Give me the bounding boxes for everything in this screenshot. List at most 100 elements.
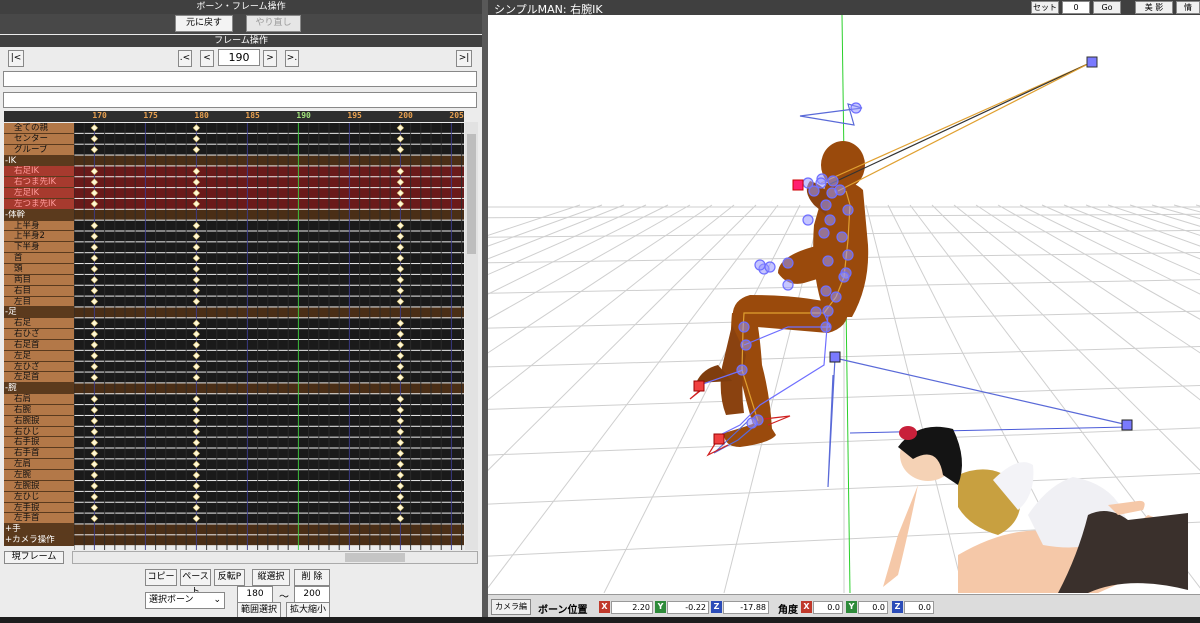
timeline-row[interactable] <box>74 253 464 264</box>
bone-joint[interactable] <box>782 257 794 269</box>
delete-button[interactable]: 削 除 <box>294 569 330 586</box>
bone-joint[interactable] <box>842 204 854 216</box>
timeline-row[interactable] <box>74 513 464 524</box>
bone-joint[interactable] <box>822 305 834 317</box>
keyframe-area[interactable] <box>74 123 464 550</box>
bone-row-label[interactable]: -IK <box>4 155 74 167</box>
timeline-row[interactable] <box>74 372 464 383</box>
set-button[interactable]: セット <box>1031 1 1059 14</box>
redo-button[interactable]: やり直し <box>246 15 301 32</box>
bone-row-label[interactable]: 右腕捩 <box>4 415 74 427</box>
bone-row-label[interactable]: 下半身 <box>4 242 74 254</box>
bone-joint[interactable] <box>842 249 854 261</box>
bone-row-label[interactable]: 右足首 <box>4 339 74 351</box>
timeline-row[interactable] <box>74 426 464 437</box>
next-key-button[interactable]: >. <box>285 50 299 67</box>
timeline-row[interactable] <box>74 470 464 481</box>
bone-row-label[interactable]: 左足IK <box>4 188 74 199</box>
timeline-row[interactable] <box>74 198 464 209</box>
timeline-row[interactable] <box>74 524 464 535</box>
rot-y-field[interactable]: 0.0 <box>858 601 888 614</box>
timeline-row[interactable] <box>74 296 464 307</box>
last-frame-button[interactable]: >| <box>456 50 472 67</box>
range-to-input[interactable]: 200 <box>294 586 330 603</box>
bone-row-label[interactable]: 右腕 <box>4 404 74 416</box>
bone-joint[interactable] <box>736 364 748 376</box>
bone-row-label[interactable]: 右手捩 <box>4 437 74 449</box>
copy-button[interactable]: コピー <box>145 569 177 586</box>
timeline-row[interactable] <box>74 285 464 296</box>
bone-joint[interactable] <box>782 279 794 291</box>
bone-row-label[interactable]: 左つま先IK <box>4 198 74 210</box>
go-button[interactable]: Go <box>1093 1 1121 14</box>
bone-row-label[interactable]: 左足 <box>4 350 74 362</box>
timeline-row[interactable] <box>74 491 464 502</box>
bone-row-label[interactable]: 左腕捩 <box>4 480 74 492</box>
range-from-input[interactable]: 180 <box>237 586 273 603</box>
bone-joint[interactable] <box>738 321 750 333</box>
timeline-row[interactable] <box>74 535 464 546</box>
first-frame-button[interactable]: |< <box>8 50 24 67</box>
bone-row-label[interactable]: 左腕 <box>4 470 74 481</box>
current-frame-button[interactable]: 現フレーム <box>4 551 64 564</box>
pos-z-field[interactable]: -17.88 <box>723 601 769 614</box>
bone-joint[interactable] <box>830 291 842 303</box>
timeline-row[interactable] <box>74 329 464 339</box>
timeline-row[interactable] <box>74 144 464 155</box>
bone-row-label[interactable]: 首 <box>4 253 74 264</box>
timeline-vscroll[interactable] <box>465 122 478 550</box>
rot-z-field[interactable]: 0.0 <box>904 601 934 614</box>
timeline-row[interactable] <box>74 155 464 166</box>
bone-row-label[interactable]: -足 <box>4 307 74 319</box>
bone-joint[interactable] <box>815 177 827 189</box>
timeline-row[interactable] <box>74 318 464 329</box>
bone-row-label[interactable]: 右足 <box>4 318 74 330</box>
bone-row-label[interactable]: 左肩 <box>4 459 74 470</box>
timeline-row[interactable] <box>74 502 464 513</box>
timeline-row[interactable] <box>74 459 464 470</box>
bone-joint[interactable] <box>808 185 820 197</box>
bone-row-label[interactable]: 上半身 <box>4 220 74 232</box>
3d-viewport[interactable] <box>488 15 1200 593</box>
bone-row-label[interactable]: 頭 <box>4 263 74 275</box>
bone-joint[interactable] <box>826 187 838 199</box>
bone-joint[interactable] <box>838 271 850 283</box>
prev-frame-button[interactable]: < <box>200 50 214 67</box>
prev-key-button[interactable]: .< <box>178 50 192 67</box>
bone-joint[interactable] <box>850 102 862 114</box>
bone-row-label[interactable]: 右目 <box>4 285 74 297</box>
timeline-row[interactable] <box>74 415 464 426</box>
bone-row-label[interactable]: 左手首 <box>4 513 74 525</box>
timeline-row[interactable] <box>74 177 464 188</box>
bone-row-label[interactable]: 左手捩 <box>4 502 74 514</box>
bone-joint[interactable] <box>836 231 848 243</box>
bone-row-label[interactable]: グルーブ <box>4 144 74 156</box>
timeline-row[interactable] <box>74 264 464 274</box>
timeline-row[interactable] <box>74 123 464 133</box>
bone-row-label[interactable]: 左ひじ <box>4 491 74 503</box>
bone-row-label[interactable]: 左ひざ <box>4 361 74 373</box>
bone-joint[interactable] <box>822 255 834 267</box>
bone-row-label[interactable]: 右足IK <box>4 166 74 178</box>
bone-joint[interactable] <box>740 339 752 351</box>
timeline-row[interactable] <box>74 188 464 198</box>
reverse-paste-button[interactable]: 反転P <box>214 569 245 586</box>
bone-row-label[interactable]: 左足首 <box>4 372 74 384</box>
timeline-row[interactable] <box>74 166 464 177</box>
bone-row-label[interactable]: -腕 <box>4 383 74 395</box>
pos-x-field[interactable]: 2.20 <box>611 601 653 614</box>
bone-joint[interactable] <box>810 306 822 318</box>
bone-row-label[interactable]: +カメラ操作 <box>4 535 74 546</box>
timeline-row[interactable] <box>74 481 464 491</box>
timeline-row[interactable] <box>74 340 464 350</box>
next-frame-button[interactable]: > <box>263 50 277 67</box>
bone-row-label[interactable]: 全ての親 <box>4 123 74 134</box>
bone-joint[interactable] <box>802 214 814 226</box>
bone-row-label[interactable]: 右手首 <box>4 448 74 460</box>
timeline-row[interactable] <box>74 209 464 220</box>
bone-joint[interactable] <box>824 214 836 226</box>
bone-row-label[interactable]: 右つま先IK <box>4 177 74 189</box>
timeline-row[interactable] <box>74 231 464 242</box>
timeline-row[interactable] <box>74 361 464 372</box>
bone-joint[interactable] <box>820 285 832 297</box>
